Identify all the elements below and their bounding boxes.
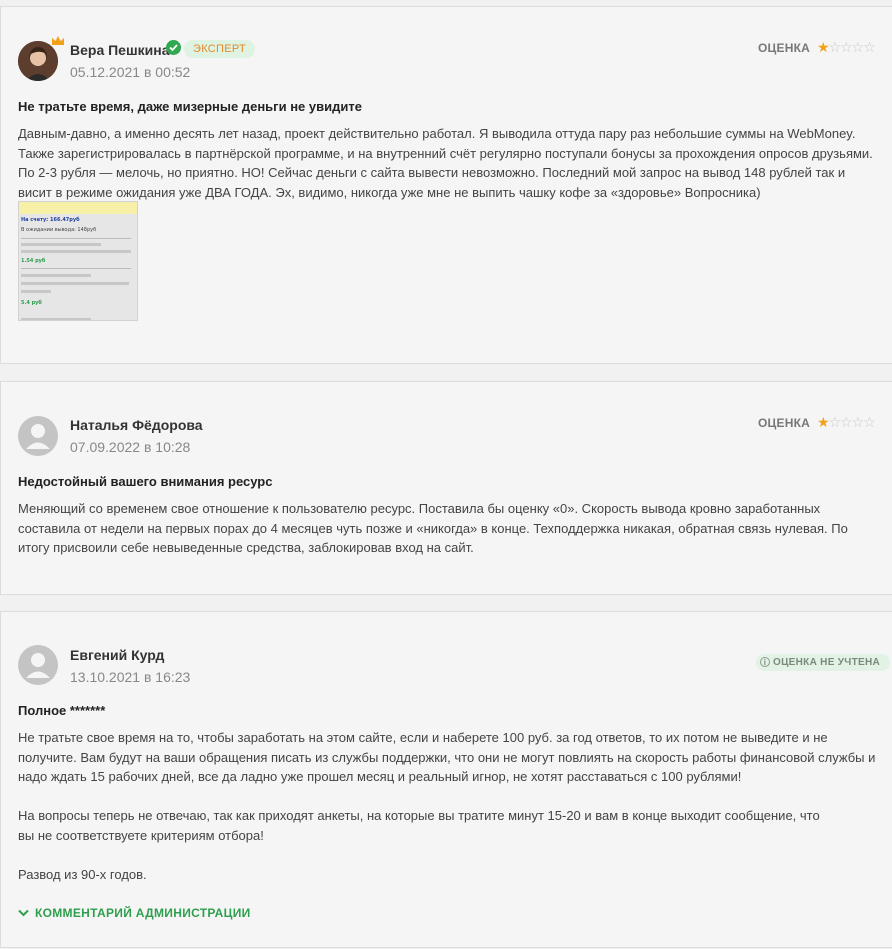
review-card: Евгений Курд 13.10.2021 в 16:23 i ОЦЕНКА … [0, 611, 892, 948]
author-name[interactable]: Евгений Курд [70, 647, 164, 663]
chevron-down-icon [18, 906, 29, 920]
star-filled-icon: ★ [817, 414, 830, 430]
attachment-thumbnail[interactable]: На счету: 166.47руб В ожидании вывода: 1… [18, 201, 138, 321]
admin-comment-label: КОММЕНТАРИЙ АДМИНИСТРАЦИИ [35, 906, 251, 920]
review-card: Вера Пешкина ЭКСПЕРТ 05.12.2021 в 00:52 … [0, 6, 892, 364]
attachment-text: В ожидании вывода: 148руб [21, 227, 97, 233]
review-paragraph: Меняющий со временем свое отношение к по… [18, 501, 848, 555]
review-date: 05.12.2021 в 00:52 [70, 64, 191, 80]
avatar[interactable] [18, 645, 58, 685]
review-title: Недостойный вашего внимания ресурс [18, 474, 273, 489]
review-paragraph: На вопросы теперь не отвечаю, так как пр… [18, 808, 820, 843]
avatar[interactable] [18, 41, 58, 81]
review-text: Меняющий со временем свое отношение к по… [18, 499, 880, 558]
rating-stars: ★☆☆☆☆ [817, 39, 876, 56]
rating-not-counted-badge: i ОЦЕНКА НЕ УЧТЕНА [756, 654, 891, 671]
status-text: ОЦЕНКА НЕ УЧТЕНА [773, 657, 881, 668]
review-title: Не тратьте время, даже мизерные деньги н… [18, 99, 362, 114]
info-icon: i [760, 657, 770, 668]
crown-icon [52, 36, 64, 45]
rating-label: ОЦЕНКА [758, 416, 810, 430]
rating-stars: ★☆☆☆☆ [817, 414, 876, 431]
review-title: Полное ******* [18, 703, 106, 718]
review-date: 13.10.2021 в 16:23 [70, 669, 191, 685]
attachment-amount: 5.4 руб [21, 300, 42, 306]
review-date: 07.09.2022 в 10:28 [70, 439, 191, 455]
expert-badge: ЭКСПЕРТ [184, 40, 256, 58]
review-text: Не тратьте свое время на то, чтобы зараб… [18, 728, 880, 884]
review-card: Наталья Фёдорова 07.09.2022 в 10:28 ОЦЕН… [0, 381, 892, 595]
admin-comment-toggle[interactable]: КОММЕНТАРИЙ АДМИНИСТРАЦИИ [18, 906, 251, 920]
star-empty-icon: ☆☆☆☆ [828, 414, 876, 430]
author-name[interactable]: Вера Пешкина [70, 42, 170, 58]
avatar[interactable] [18, 416, 58, 456]
rating-label: ОЦЕНКА [758, 41, 810, 55]
review-paragraph: Давным-давно, а именно десять лет назад,… [18, 126, 873, 200]
review-paragraph: Развод из 90-х годов. [18, 866, 147, 882]
verified-icon [166, 40, 181, 55]
review-text: Давным-давно, а именно десять лет назад,… [18, 124, 880, 202]
review-paragraph: Не тратьте свое время на то, чтобы зараб… [18, 730, 876, 784]
author-name[interactable]: Наталья Фёдорова [70, 417, 203, 433]
attachment-amount: 1.54 руб [21, 258, 46, 264]
star-empty-icon: ☆☆☆☆ [828, 39, 876, 55]
attachment-text: На счету: 166.47руб [21, 217, 80, 223]
star-filled-icon: ★ [817, 39, 830, 55]
